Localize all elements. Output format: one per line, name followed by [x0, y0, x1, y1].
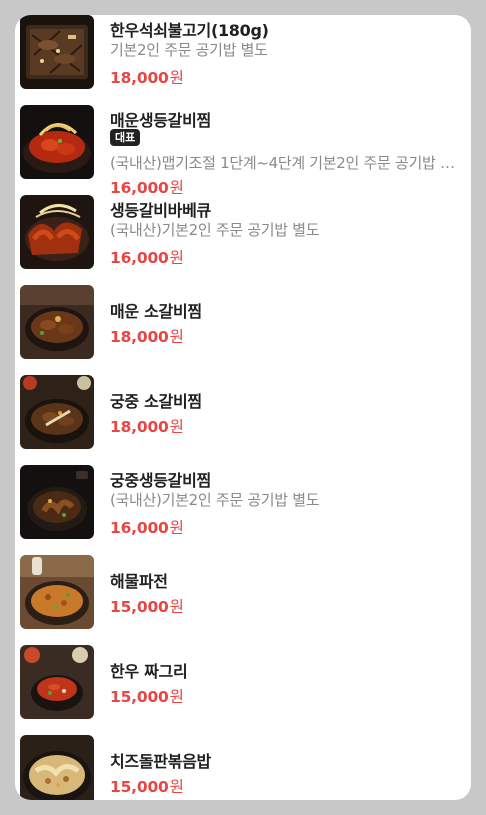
price-currency: 원 [169, 249, 184, 267]
menu-item-name: 매운 소갈비찜 [110, 302, 202, 321]
menu-item-image [20, 555, 94, 629]
menu-item-description: 기본2인 주문 공기밥 별도 [110, 41, 268, 59]
menu-item[interactable]: 궁중생등갈비찜 (국내산)기본2인 주문 공기밥 별도 16,000원 [15, 465, 471, 541]
menu-item-description: (국내산)기본2인 주문 공기밥 별도 [110, 221, 320, 239]
menu-item-name: 궁중 소갈비찜 [110, 392, 202, 411]
menu-item-image [20, 105, 94, 179]
menu-item-description: (국내산)기본2인 주문 공기밥 별도 [110, 491, 320, 509]
menu-item-image [20, 465, 94, 539]
menu-item-info: 매운 소갈비찜 18,000원 [110, 285, 462, 361]
menu-item-image [20, 645, 94, 719]
menu-item-info: 한우석쇠불고기(180g) 기본2인 주문 공기밥 별도 18,000원 [110, 15, 462, 91]
menu-item[interactable]: 매운 소갈비찜 18,000원 [15, 285, 471, 361]
seafood-pancake-image [20, 555, 94, 629]
menu-item-name: 한우석쇠불고기(180g) [110, 21, 269, 40]
price-value: 16,000 [110, 519, 169, 537]
menu-item-info: 한우 짜그리 15,000원 [110, 645, 462, 721]
menu-item-name: 해물파전 [110, 572, 168, 591]
price-value: 15,000 [110, 688, 169, 706]
menu-item-image [20, 195, 94, 269]
price-currency: 원 [169, 598, 184, 616]
price-currency: 원 [169, 519, 184, 537]
menu-item-name: 생등갈비바베큐 [110, 201, 211, 220]
menu-item-name: 매운생등갈비찜 [110, 111, 211, 130]
price-value: 18,000 [110, 328, 169, 346]
price-currency: 원 [169, 69, 184, 87]
spicy-beef-rib-image [20, 285, 94, 359]
menu-item-info: 생등갈비바베큐 (국내산)기본2인 주문 공기밥 별도 16,000원 [110, 195, 462, 271]
menu-item-image [20, 15, 94, 89]
menu-panel: 한우석쇠불고기(180g) 기본2인 주문 공기밥 별도 18,000원 매운생… [15, 15, 471, 800]
price-currency: 원 [169, 688, 184, 706]
menu-item[interactable]: 매운생등갈비찜 대표 (국내산)맵기조절 1단계~4단계 기본2인 주문 공기밥… [15, 105, 471, 197]
menu-item-image [20, 285, 94, 359]
signature-badge: 대표 [110, 129, 141, 146]
menu-item-price: 16,000원 [110, 246, 184, 268]
price-value: 15,000 [110, 598, 169, 616]
price-value: 18,000 [110, 69, 169, 87]
menu-item[interactable]: 한우 짜그리 15,000원 [15, 645, 471, 721]
menu-item-name: 궁중생등갈비찜 [110, 471, 211, 490]
spicy-rib-stew-image [20, 105, 94, 179]
menu-item[interactable]: 한우석쇠불고기(180g) 기본2인 주문 공기밥 별도 18,000원 [15, 15, 471, 91]
menu-item-image [20, 375, 94, 449]
royal-pork-rib-image [20, 465, 94, 539]
menu-item[interactable]: 치즈돌판볶음밥 15,000원 [15, 735, 471, 800]
price-currency: 원 [169, 778, 184, 796]
menu-item[interactable]: 해물파전 15,000원 [15, 555, 471, 631]
menu-item-price: 15,000원 [110, 595, 184, 617]
menu-item-info: 궁중 소갈비찜 18,000원 [110, 375, 462, 451]
menu-item-price: 15,000원 [110, 685, 184, 707]
menu-item-name: 치즈돌판볶음밥 [110, 752, 211, 771]
menu-item-image [20, 735, 94, 800]
menu-item-name: 한우 짜그리 [110, 662, 188, 681]
price-currency: 원 [169, 418, 184, 436]
price-value: 15,000 [110, 778, 169, 796]
menu-item-price: 18,000원 [110, 415, 184, 437]
menu-item[interactable]: 궁중 소갈비찜 18,000원 [15, 375, 471, 451]
royal-beef-rib-image [20, 375, 94, 449]
menu-item-description: (국내산)맵기조절 1단계~4단계 기본2인 주문 공기밥 별도 [110, 154, 460, 172]
menu-item-info: 해물파전 15,000원 [110, 555, 462, 631]
menu-item-info: 치즈돌판볶음밥 15,000원 [110, 735, 462, 800]
menu-item-price: 18,000원 [110, 66, 184, 88]
beef-stew-image [20, 645, 94, 719]
menu-item-price: 18,000원 [110, 325, 184, 347]
menu-item-info: 궁중생등갈비찜 (국내산)기본2인 주문 공기밥 별도 16,000원 [110, 465, 462, 541]
menu-item-info: 매운생등갈비찜 대표 (국내산)맵기조절 1단계~4단계 기본2인 주문 공기밥… [110, 105, 462, 197]
rib-bbq-image [20, 195, 94, 269]
price-value: 18,000 [110, 418, 169, 436]
bulgogi-image [20, 15, 94, 89]
cheese-fried-rice-image [20, 735, 94, 800]
menu-item[interactable]: 생등갈비바베큐 (국내산)기본2인 주문 공기밥 별도 16,000원 [15, 195, 471, 271]
price-currency: 원 [169, 328, 184, 346]
menu-item-price: 16,000원 [110, 516, 184, 538]
menu-item-price: 15,000원 [110, 775, 184, 797]
price-value: 16,000 [110, 249, 169, 267]
